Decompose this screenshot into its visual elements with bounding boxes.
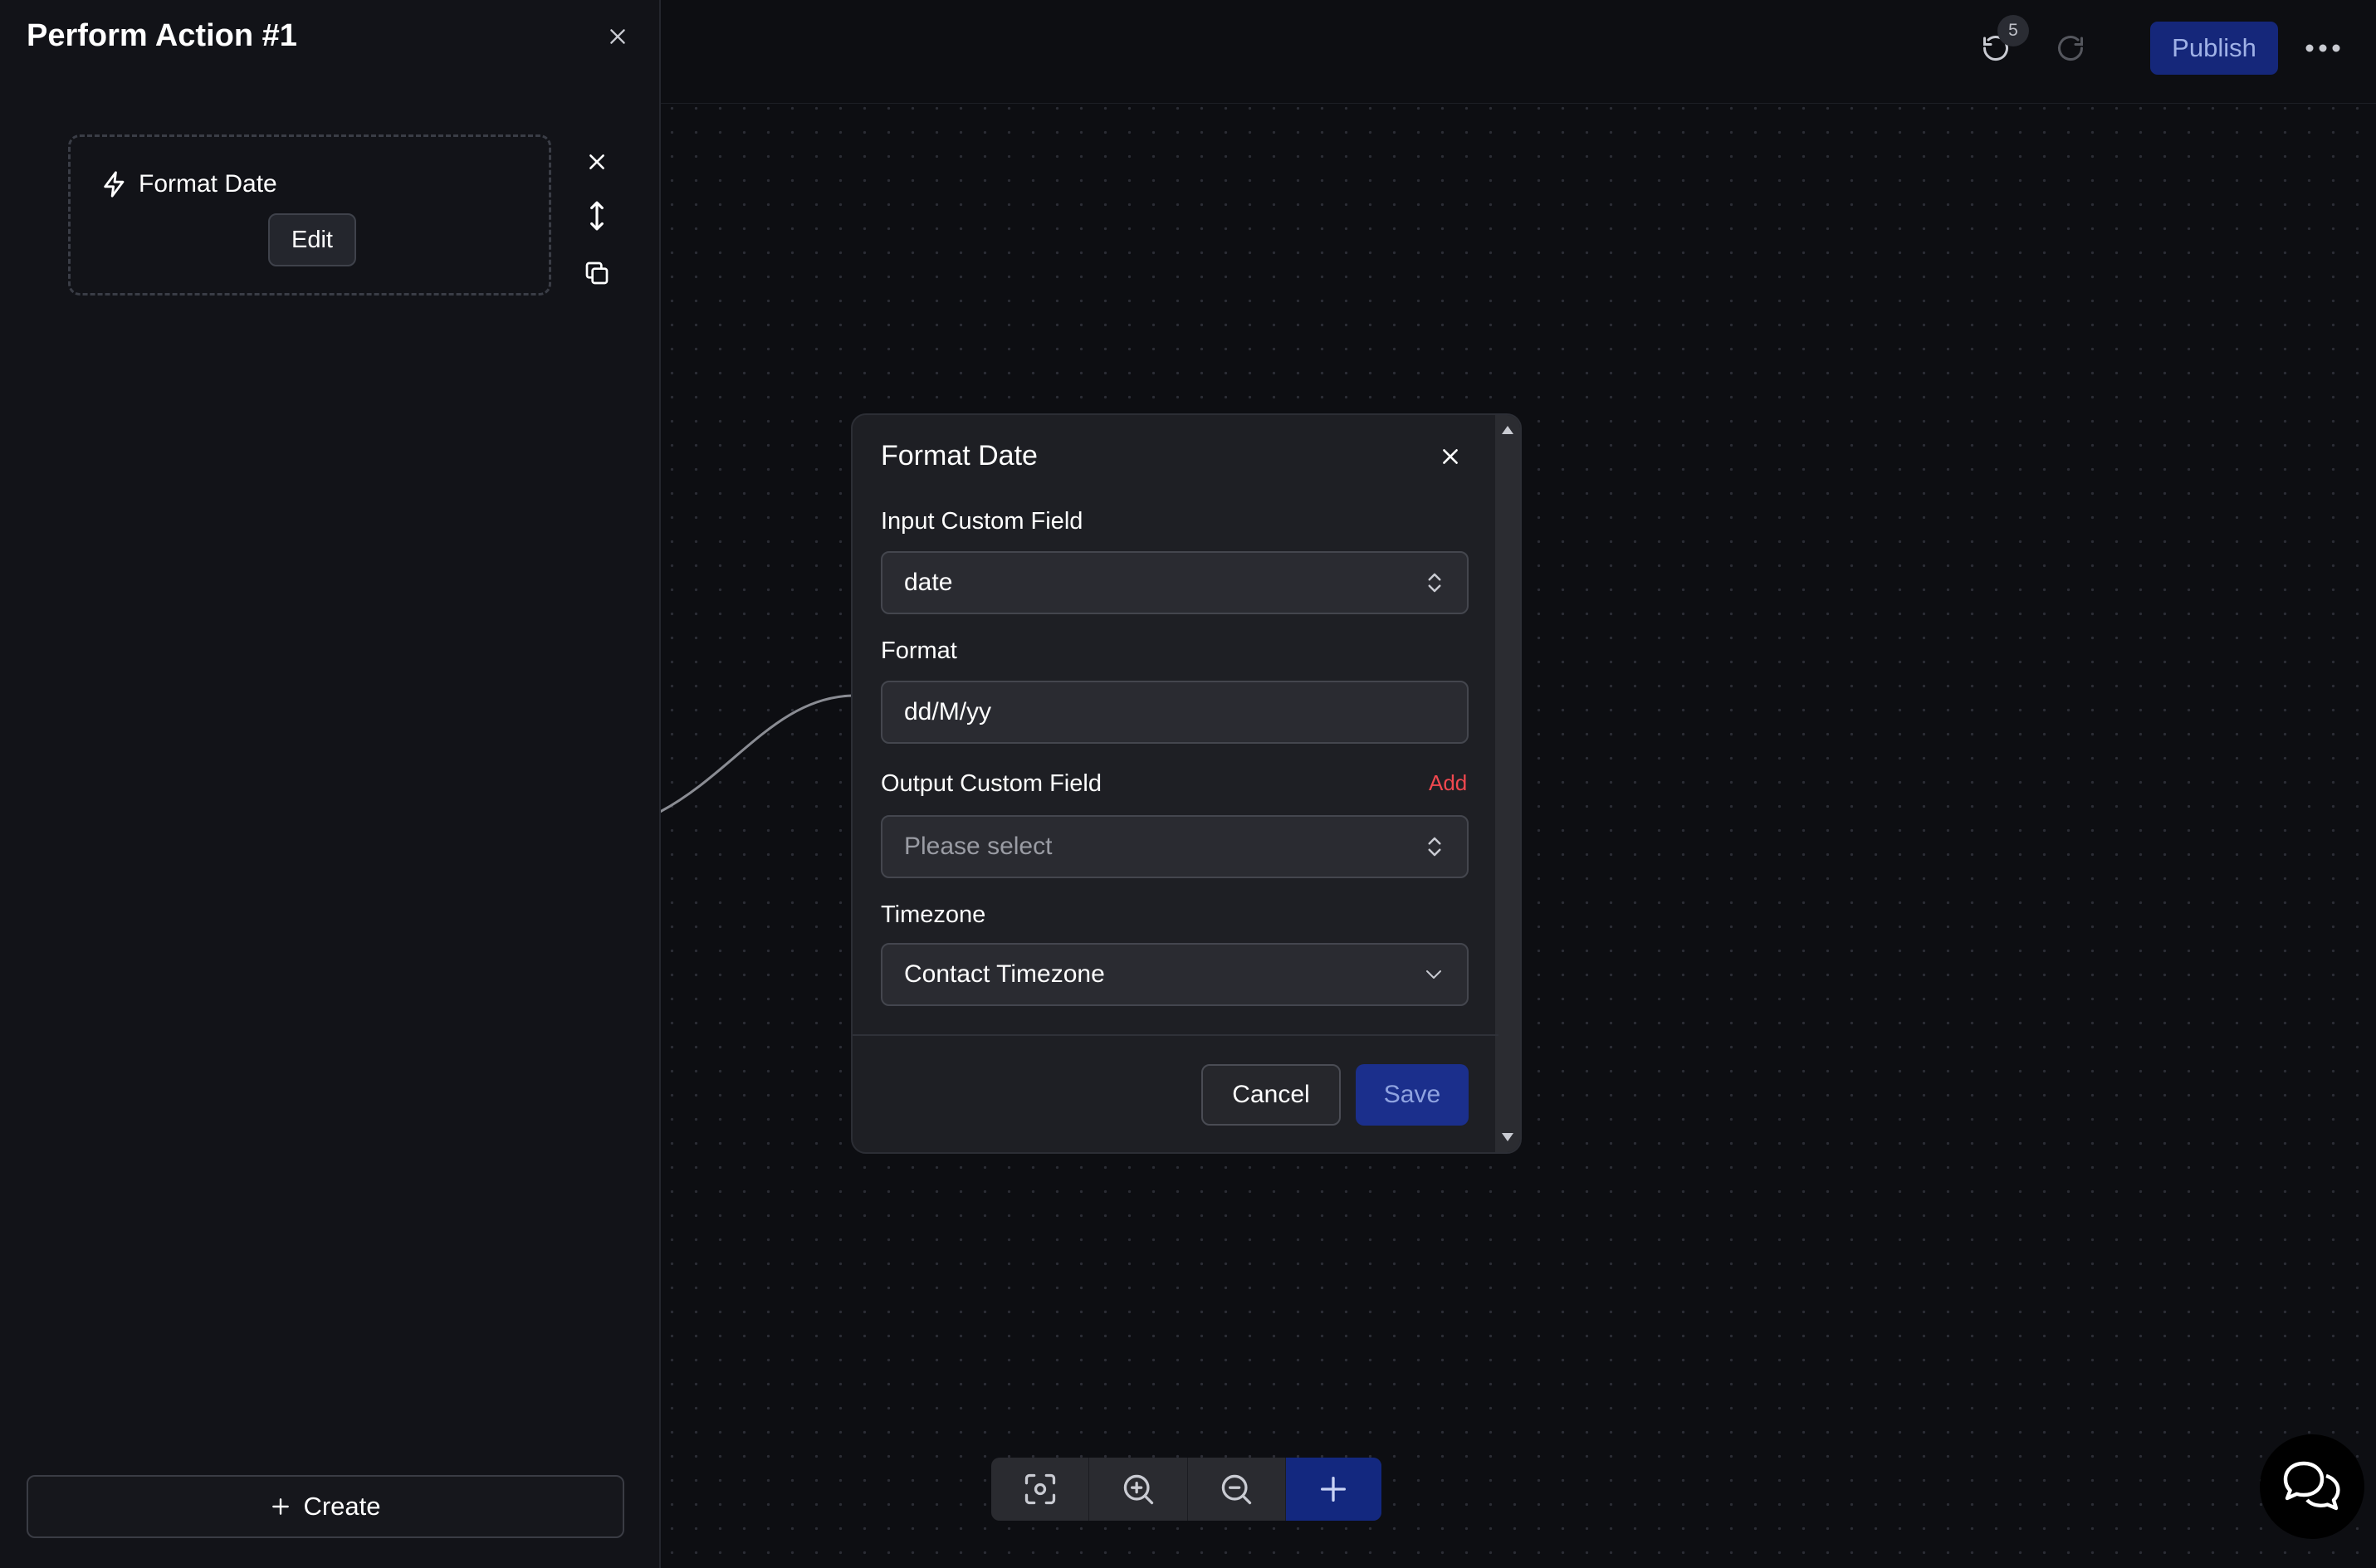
input-custom-field-select[interactable]: date (881, 551, 1469, 614)
output-custom-field-placeholder: Please select (904, 833, 1053, 860)
action-card[interactable]: Format Date Edit (68, 134, 551, 296)
timezone-label: Timezone (881, 901, 986, 928)
zoom-in-button[interactable] (1089, 1458, 1188, 1521)
action-sidebar: Perform Action #1 Format Date Edit Creat… (0, 0, 661, 1568)
chat-support-button[interactable] (2260, 1434, 2364, 1539)
timezone-select[interactable]: Contact Timezone (881, 943, 1469, 1006)
edit-button[interactable]: Edit (268, 213, 356, 266)
scroll-down-arrow-icon[interactable] (1501, 1132, 1514, 1142)
add-node-button[interactable] (1285, 1458, 1381, 1521)
close-modal-icon[interactable] (1435, 442, 1465, 471)
remove-action-icon[interactable] (581, 146, 613, 178)
plus-icon (1321, 1477, 1347, 1502)
focus-icon (1024, 1473, 1055, 1505)
add-custom-field-link[interactable]: Add (1429, 770, 1467, 796)
output-custom-field-select[interactable]: Please select (881, 815, 1469, 878)
top-bar (660, 0, 2376, 104)
select-updown-icon (1428, 837, 1441, 857)
duplicate-action-icon[interactable] (581, 257, 613, 289)
zoom-toolbar (991, 1458, 1381, 1521)
modal-scrollbar[interactable] (1495, 415, 1520, 1152)
modal-title: Format Date (881, 440, 1038, 471)
format-value: dd/M/yy (904, 698, 992, 725)
action-card-name: Format Date (139, 170, 277, 198)
output-custom-field-label: Output Custom Field (881, 770, 1102, 797)
plus-icon (272, 1498, 290, 1515)
zoom-out-icon (1221, 1474, 1252, 1505)
cancel-button[interactable]: Cancel (1201, 1064, 1341, 1126)
zoom-out-button[interactable] (1188, 1458, 1286, 1521)
action-card-header: Format Date (100, 169, 277, 200)
connector-line (660, 694, 853, 813)
publish-button[interactable]: Publish (2150, 22, 2278, 75)
modal-footer: Cancel Save (853, 1034, 1498, 1152)
save-button[interactable]: Save (1356, 1064, 1469, 1126)
redo-icon[interactable] (2052, 30, 2089, 66)
create-button[interactable]: Create (27, 1475, 624, 1538)
format-label: Format (881, 637, 957, 664)
lightning-icon (104, 171, 125, 198)
close-sidebar-icon[interactable] (603, 22, 633, 51)
chevron-down-icon (1426, 970, 1441, 979)
chat-icon (2283, 1461, 2340, 1511)
create-button-label: Create (303, 1492, 381, 1521)
scroll-up-arrow-icon[interactable] (1501, 425, 1514, 435)
timezone-value: Contact Timezone (904, 960, 1105, 988)
input-custom-field-value: date (904, 569, 953, 596)
format-date-modal: Format Date Input Custom Field date Form… (851, 413, 1522, 1154)
zoom-in-icon (1123, 1474, 1154, 1505)
sidebar-title: Perform Action #1 (27, 18, 297, 53)
input-custom-field-label: Input Custom Field (881, 508, 1083, 535)
move-action-icon[interactable] (581, 199, 613, 232)
more-options-icon[interactable] (2303, 30, 2343, 66)
select-updown-icon (1428, 573, 1441, 593)
undo-count-badge: 5 (1997, 15, 2029, 46)
format-input[interactable]: dd/M/yy (881, 681, 1469, 744)
fit-view-button[interactable] (991, 1458, 1090, 1521)
